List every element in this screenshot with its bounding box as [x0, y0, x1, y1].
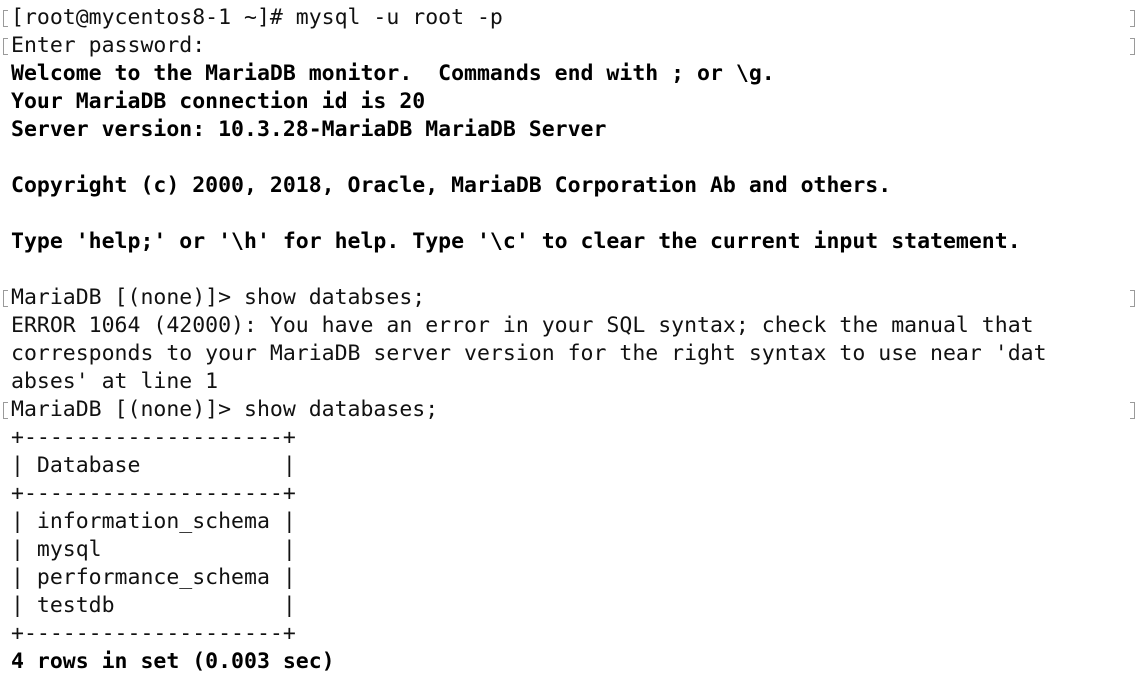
- terminal-line-help-hint: Type 'help;' or '\h' for help. Type '\c'…: [0, 228, 1140, 256]
- terminal-line-welcome: Welcome to the MariaDB monitor. Commands…: [0, 60, 1140, 88]
- terminal-line-error: corresponds to your MariaDB server versi…: [0, 340, 1140, 368]
- terminal-line-text: corresponds to your MariaDB server versi…: [11, 341, 1047, 366]
- result-table-border: +--------------------+: [0, 620, 1140, 648]
- terminal-line-text: | testdb |: [11, 593, 296, 618]
- terminal-line-text: MariaDB [(none)]> show databases;: [11, 397, 439, 422]
- terminal-window[interactable]: [root@mycentos8-1 ~]# mysql -u root -p E…: [0, 0, 1140, 682]
- terminal-line-text: +--------------------+: [11, 621, 296, 646]
- line-mark-right: [1130, 38, 1135, 55]
- terminal-line-sql-command: MariaDB [(none)]> show databases;: [0, 396, 1140, 424]
- terminal-line-row-count: 4 rows in set (0.003 sec): [0, 648, 1140, 676]
- line-mark-left: [3, 290, 8, 307]
- line-mark-left: [3, 10, 8, 27]
- terminal-line-error: ERROR 1064 (42000): You have an error in…: [0, 312, 1140, 340]
- terminal-line-shell-command: [root@mycentos8-1 ~]# mysql -u root -p: [0, 4, 1140, 32]
- terminal-line-copyright: Copyright (c) 2000, 2018, Oracle, MariaD…: [0, 172, 1140, 200]
- terminal-line-text: ERROR 1064 (42000): You have an error in…: [11, 313, 1034, 338]
- result-table-row: | performance_schema |: [0, 564, 1140, 592]
- terminal-line-text: [root@mycentos8-1 ~]# mysql -u root -p: [11, 5, 503, 30]
- result-table-border: +--------------------+: [0, 424, 1140, 452]
- result-table-header: | Database |: [0, 452, 1140, 480]
- terminal-line-text: +--------------------+: [11, 425, 296, 450]
- terminal-line-text: MariaDB [(none)]> show databses;: [11, 285, 426, 310]
- line-mark-right: [1130, 290, 1135, 307]
- terminal-line-text: | Database |: [11, 453, 296, 478]
- terminal-line-text: Welcome to the MariaDB monitor. Commands…: [11, 61, 775, 86]
- line-mark-right: [1130, 402, 1135, 419]
- terminal-line-server-version: Server version: 10.3.28-MariaDB MariaDB …: [0, 116, 1140, 144]
- terminal-line-text: Your MariaDB connection id is 20: [11, 89, 426, 114]
- terminal-line-text: abses' at line 1: [11, 369, 219, 394]
- terminal-line-text: +--------------------+: [11, 481, 296, 506]
- result-table-row: | testdb |: [0, 592, 1140, 620]
- line-mark-left: [3, 38, 8, 55]
- result-table-row: | mysql |: [0, 536, 1140, 564]
- terminal-line-sql-command: MariaDB [(none)]> show databses;: [0, 284, 1140, 312]
- line-mark-right: [1130, 10, 1135, 27]
- terminal-line-text: Enter password:: [11, 33, 206, 58]
- terminal-line-text: Server version: 10.3.28-MariaDB MariaDB …: [11, 117, 607, 142]
- terminal-line-error: abses' at line 1: [0, 368, 1140, 396]
- result-table-row: | information_schema |: [0, 508, 1140, 536]
- terminal-line-text: Copyright (c) 2000, 2018, Oracle, MariaD…: [11, 173, 892, 198]
- terminal-line-text: | performance_schema |: [11, 565, 296, 590]
- terminal-line-text: 4 rows in set (0.003 sec): [11, 649, 335, 674]
- result-table-border: +--------------------+: [0, 480, 1140, 508]
- terminal-line-text: | information_schema |: [11, 509, 296, 534]
- terminal-line-text: | mysql |: [11, 537, 296, 562]
- terminal-line-text: Type 'help;' or '\h' for help. Type '\c'…: [11, 229, 1021, 254]
- terminal-line-password-prompt: Enter password:: [0, 32, 1140, 60]
- terminal-line-connection-id: Your MariaDB connection id is 20: [0, 88, 1140, 116]
- line-mark-left: [3, 402, 8, 419]
